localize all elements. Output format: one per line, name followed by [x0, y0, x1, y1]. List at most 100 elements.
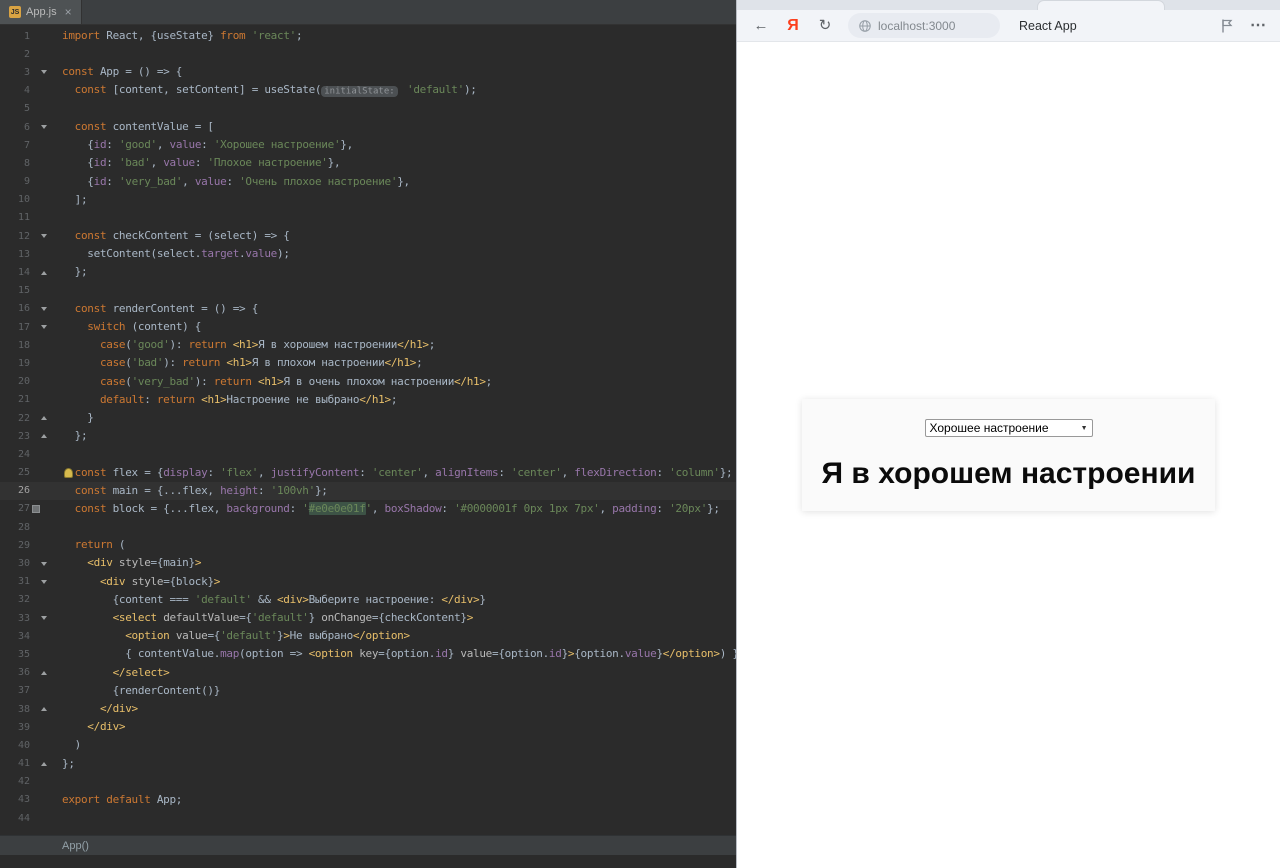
gutter[interactable]: 11	[0, 209, 58, 227]
code-line[interactable]: 22 }	[0, 409, 736, 427]
code-text[interactable]: }	[62, 409, 736, 427]
gutter[interactable]: 28	[0, 518, 58, 536]
gutter[interactable]: 31	[0, 573, 58, 591]
code-line[interactable]: 15	[0, 282, 736, 300]
code-text[interactable]: case('very_bad'): return <h1>Я в очень п…	[62, 373, 736, 391]
gutter[interactable]: 27	[0, 500, 58, 518]
gutter[interactable]: 13	[0, 245, 58, 263]
code-line[interactable]: 21 default: return <h1>Настроение не выб…	[0, 391, 736, 409]
code-line[interactable]: 8 {id: 'bad', value: 'Плохое настроение'…	[0, 154, 736, 172]
gutter[interactable]: 12	[0, 227, 58, 245]
gutter[interactable]: 40	[0, 736, 58, 754]
fold-marker-icon[interactable]	[30, 263, 58, 281]
gutter[interactable]: 37	[0, 682, 58, 700]
code-text[interactable]: const renderContent = () => {	[62, 300, 736, 318]
gutter[interactable]: 34	[0, 627, 58, 645]
line-number[interactable]: 15	[0, 285, 30, 296]
code-line[interactable]: 1import React, {useState} from 'react';	[0, 27, 736, 45]
code-line[interactable]: 20 case('very_bad'): return <h1>Я в очен…	[0, 373, 736, 391]
gutter[interactable]: 38	[0, 700, 58, 718]
code-line[interactable]: 36 </select>	[0, 664, 736, 682]
code-line[interactable]: 41};	[0, 755, 736, 773]
code-line[interactable]: 31 <div style={block}>	[0, 573, 736, 591]
line-number[interactable]: 21	[0, 394, 30, 405]
intention-bulb-icon[interactable]	[64, 468, 73, 478]
code-area[interactable]: 1import React, {useState} from 'react'; 2…	[0, 25, 736, 835]
gutter[interactable]: 4	[0, 82, 58, 100]
fold-marker-icon[interactable]	[30, 573, 58, 591]
code-line[interactable]: 29 return (	[0, 536, 736, 554]
gutter[interactable]: 8	[0, 154, 58, 172]
line-number[interactable]: 36	[0, 667, 30, 678]
gutter[interactable]: 5	[0, 100, 58, 118]
line-number[interactable]: 44	[0, 813, 30, 824]
code-line[interactable]: 7 {id: 'good', value: 'Хорошее настроени…	[0, 136, 736, 154]
gutter[interactable]: 3	[0, 63, 58, 81]
fold-marker-icon[interactable]	[30, 755, 58, 773]
gutter[interactable]: 14	[0, 263, 58, 281]
page-tab-title[interactable]: React App	[1019, 19, 1077, 33]
line-number[interactable]: 4	[0, 85, 30, 96]
code-text[interactable]: };	[62, 427, 736, 445]
code-text[interactable]: </div>	[62, 700, 736, 718]
gutter[interactable]: 22	[0, 409, 58, 427]
code-text[interactable]: switch (content) {	[62, 318, 736, 336]
line-number[interactable]: 29	[0, 540, 30, 551]
gutter[interactable]: 44	[0, 809, 58, 827]
gutter[interactable]: 10	[0, 191, 58, 209]
gutter[interactable]: 23	[0, 427, 58, 445]
breadcrumb[interactable]: App()	[0, 835, 736, 855]
fold-marker-icon[interactable]	[30, 664, 58, 682]
fold-marker-icon[interactable]	[30, 409, 58, 427]
line-number[interactable]: 23	[0, 431, 30, 442]
fold-marker-icon[interactable]	[30, 427, 58, 445]
browser-active-tab-top[interactable]	[1037, 0, 1165, 10]
fold-marker-icon[interactable]	[30, 554, 58, 572]
bookmark-flag-icon[interactable]	[1219, 18, 1235, 34]
gutter[interactable]: 35	[0, 645, 58, 663]
code-line[interactable]: 26 const main = {...flex, height: '100vh…	[0, 482, 736, 500]
line-number[interactable]: 18	[0, 340, 30, 351]
code-text[interactable]: {renderContent()}	[62, 682, 736, 700]
code-text[interactable]: const App = () => {	[62, 63, 736, 81]
line-number[interactable]: 30	[0, 558, 30, 569]
line-number[interactable]: 2	[0, 49, 30, 60]
line-number[interactable]: 37	[0, 685, 30, 696]
code-line[interactable]: 11	[0, 209, 736, 227]
code-text[interactable]: export default App;	[62, 791, 736, 809]
line-number[interactable]: 27	[0, 503, 30, 514]
yandex-logo[interactable]: Я	[784, 17, 802, 35]
code-text[interactable]: case('good'): return <h1>Я в хорошем нас…	[62, 336, 736, 354]
line-number[interactable]: 7	[0, 140, 30, 151]
gutter[interactable]: 42	[0, 773, 58, 791]
reload-button[interactable]: ↻	[815, 18, 835, 33]
code-line[interactable]: 17 switch (content) {	[0, 318, 736, 336]
code-text[interactable]: {id: 'good', value: 'Хорошее настроение'…	[62, 136, 736, 154]
editor-tab-appjs[interactable]: JS App.js ×	[0, 0, 82, 24]
gutter[interactable]: 33	[0, 609, 58, 627]
code-text[interactable]: {id: 'very_bad', value: 'Очень плохое на…	[62, 173, 736, 191]
line-number[interactable]: 22	[0, 413, 30, 424]
line-number[interactable]: 38	[0, 704, 30, 715]
fold-marker-icon[interactable]	[30, 700, 58, 718]
code-line[interactable]: 25 const flex = {display: 'flex', justif…	[0, 464, 736, 482]
gutter[interactable]: 9	[0, 173, 58, 191]
code-text[interactable]: case('bad'): return <h1>Я в плохом настр…	[62, 354, 736, 372]
line-number[interactable]: 33	[0, 613, 30, 624]
line-number[interactable]: 3	[0, 67, 30, 78]
code-line[interactable]: 28	[0, 518, 736, 536]
fold-marker-icon[interactable]	[30, 300, 58, 318]
code-text[interactable]: <div style={main}>	[62, 554, 736, 572]
code-text[interactable]: const contentValue = [	[62, 118, 736, 136]
code-text[interactable]: return (	[62, 536, 736, 554]
gutter[interactable]: 18	[0, 336, 58, 354]
gutter[interactable]: 21	[0, 391, 58, 409]
code-text[interactable]: <div style={block}>	[62, 573, 736, 591]
code-line[interactable]: 2	[0, 45, 736, 63]
gutter[interactable]: 17	[0, 318, 58, 336]
code-line[interactable]: 44	[0, 809, 736, 827]
code-line[interactable]: 30 <div style={main}>	[0, 554, 736, 572]
fold-marker-icon[interactable]	[30, 609, 58, 627]
line-number[interactable]: 19	[0, 358, 30, 369]
line-number[interactable]: 31	[0, 576, 30, 587]
